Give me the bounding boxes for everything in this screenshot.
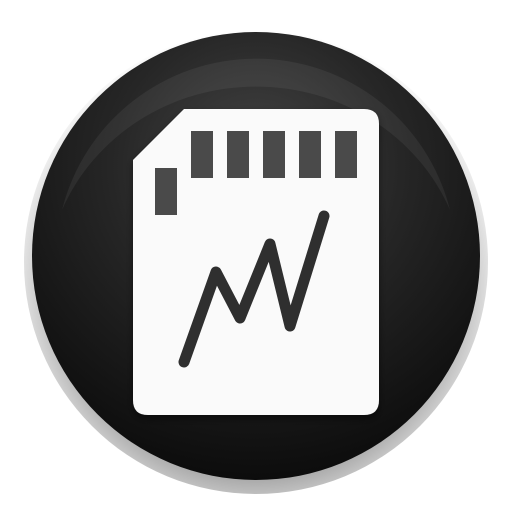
contact-small xyxy=(155,168,177,215)
contact xyxy=(191,131,213,178)
contact xyxy=(299,131,321,178)
app-icon xyxy=(0,0,512,512)
contact xyxy=(263,131,285,178)
sd-card-speed-icon xyxy=(24,30,488,494)
contact xyxy=(335,131,357,178)
contact xyxy=(227,131,249,178)
